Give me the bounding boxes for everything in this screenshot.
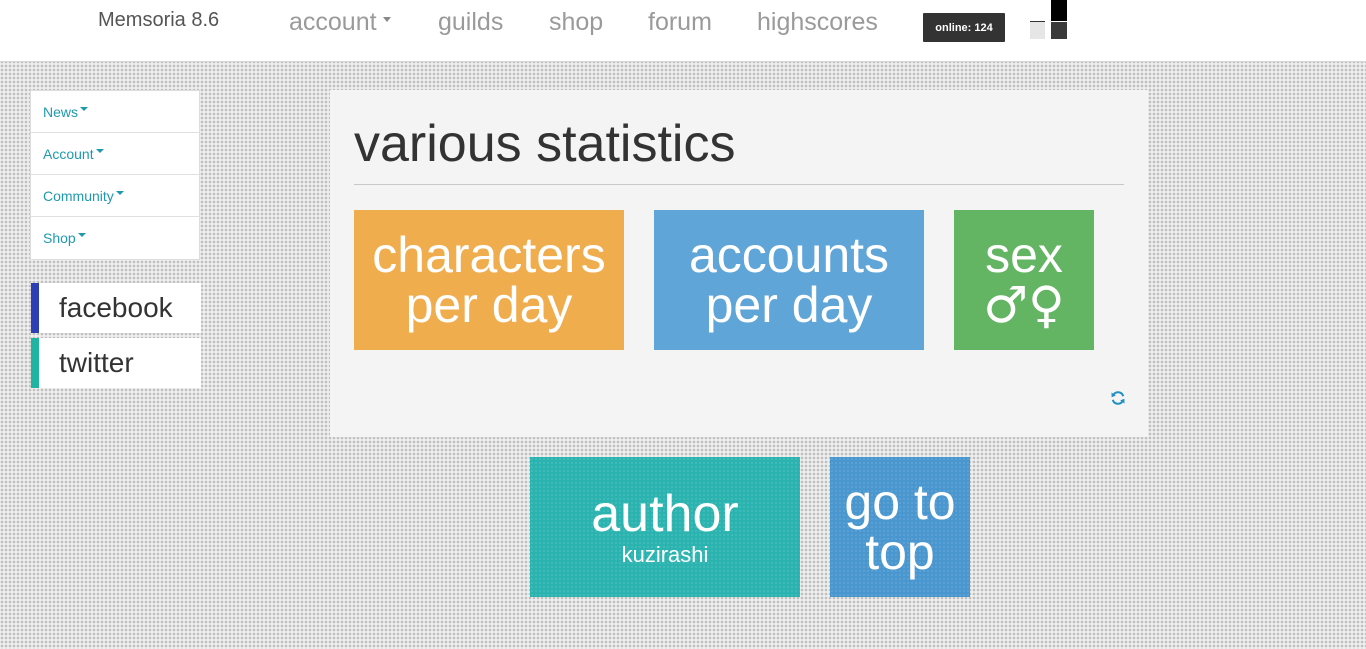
sidebar-item-account[interactable]: Account — [31, 133, 199, 175]
chevron-down-icon — [382, 16, 391, 22]
dark-theme-swatch[interactable] — [1051, 0, 1067, 21]
nav-forum[interactable]: forum — [648, 8, 712, 37]
twitter-accent-bar — [31, 338, 39, 388]
chevron-down-icon — [77, 233, 86, 237]
tile-line: characters — [372, 227, 606, 283]
author-tile[interactable]: author kuzirashi — [530, 457, 800, 597]
tile-line: accounts — [688, 227, 890, 283]
author-title: author — [591, 485, 739, 543]
facebook-link[interactable]: facebook — [31, 283, 201, 333]
sex-statistics-tile[interactable]: sex ♂♀ — [954, 210, 1094, 350]
twitter-label: twitter — [59, 347, 134, 378]
brand-name[interactable]: Memsoria 8.6 — [98, 9, 219, 32]
title-divider — [354, 184, 1124, 185]
go-to-top-button[interactable]: go to top — [830, 457, 970, 597]
tile-line: per day — [705, 277, 873, 333]
light-theme-swatch-border — [1030, 21, 1045, 22]
statistics-panel: various statistics characters per day ac… — [330, 90, 1148, 437]
sidebar-item-shop[interactable]: Shop — [31, 217, 199, 259]
theme-switcher[interactable] — [1030, 0, 1070, 42]
grey-theme-swatch[interactable] — [1051, 22, 1067, 39]
tile-line: top — [865, 524, 935, 580]
light-theme-swatch[interactable] — [1030, 22, 1045, 39]
sidebar-item-news[interactable]: News — [31, 91, 199, 133]
nav-highscores[interactable]: highscores — [757, 8, 878, 37]
characters-per-day-tile[interactable]: characters per day — [354, 210, 624, 350]
chevron-down-icon — [80, 106, 89, 111]
sidebar-item-label: News — [43, 103, 79, 120]
twitter-link[interactable]: twitter — [31, 338, 201, 388]
sidebar-item-community[interactable]: Community — [31, 175, 199, 217]
sidebar-item-label: Shop — [43, 230, 76, 246]
tile-line: per day — [405, 277, 573, 333]
facebook-label: facebook — [59, 292, 173, 323]
author-name: kuzirashi — [621, 542, 709, 567]
chevron-down-icon — [95, 148, 104, 153]
nav-shop[interactable]: shop — [549, 8, 603, 37]
top-navbar: Memsoria 8.6 account guilds shop forum h… — [0, 0, 1366, 62]
nav-account-dropdown[interactable]: account — [289, 8, 391, 37]
refresh-icon[interactable] — [1110, 390, 1126, 406]
sidebar-item-label: Account — [43, 145, 94, 162]
sidebar-item-label: Community — [43, 187, 114, 204]
accounts-per-day-tile[interactable]: accounts per day — [654, 210, 924, 350]
sidebar-menu: News Account Community Shop — [30, 90, 200, 260]
facebook-accent-bar — [31, 283, 39, 333]
online-count-badge: online: 124 — [923, 13, 1005, 42]
nav-guilds[interactable]: guilds — [438, 8, 503, 37]
chevron-down-icon — [115, 190, 124, 195]
gender-symbols-icon: ♂♀ — [983, 276, 1065, 334]
nav-account-label: account — [289, 8, 377, 36]
tile-line: sex — [985, 227, 1063, 283]
page-title: various statistics — [354, 115, 736, 173]
tile-line: go to — [844, 474, 956, 530]
